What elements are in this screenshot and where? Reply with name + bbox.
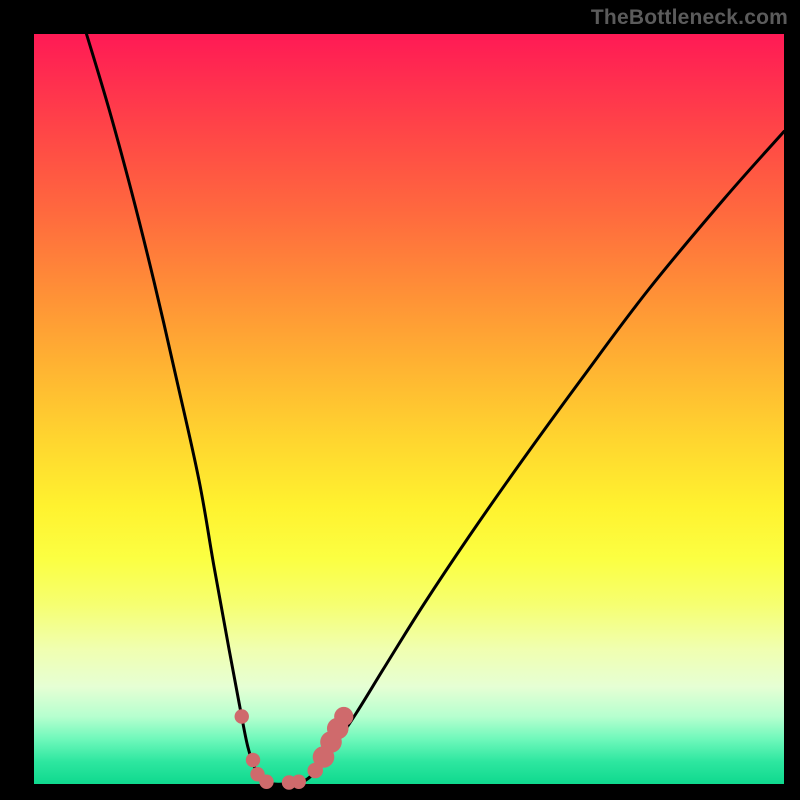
data-point [235, 709, 249, 723]
data-point [292, 775, 306, 789]
chart-frame: TheBottleneck.com [0, 0, 800, 800]
bottleneck-curve [87, 34, 785, 784]
curve-group [87, 34, 785, 784]
watermark-text: TheBottleneck.com [591, 6, 788, 30]
chart-svg [34, 34, 784, 784]
data-point [259, 775, 273, 789]
data-point [334, 707, 353, 726]
points-group [235, 707, 354, 790]
data-point [246, 753, 260, 767]
plot-area [34, 34, 784, 784]
